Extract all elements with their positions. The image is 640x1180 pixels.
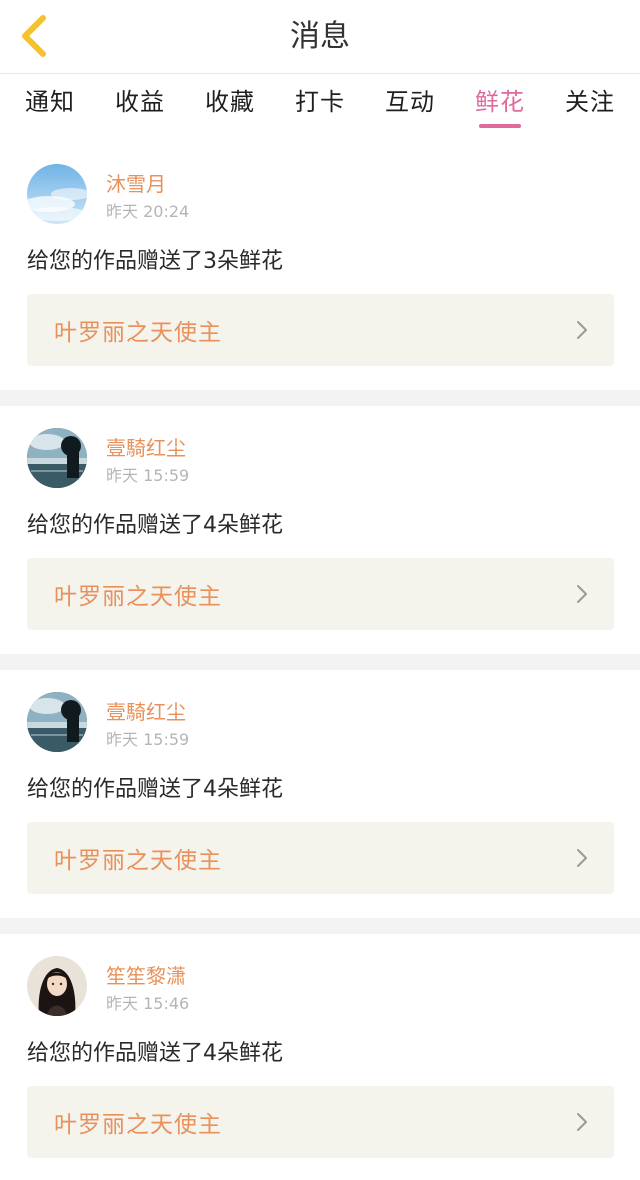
list-item: 沐雪月 昨天 20:24 给您的作品赠送了3朵鲜花 叶罗丽之天使主	[0, 142, 640, 390]
sky-avatar-icon	[27, 164, 87, 224]
tab-label: 通知	[25, 88, 75, 116]
work-link[interactable]: 叶罗丽之天使主	[27, 1086, 614, 1158]
back-button[interactable]	[14, 12, 54, 60]
tab-notice[interactable]: 通知	[25, 74, 75, 128]
girl-avatar-icon	[27, 956, 87, 1016]
chevron-right-icon	[577, 321, 587, 339]
notification-message: 给您的作品赠送了3朵鲜花	[27, 249, 283, 274]
tab-label: 关注	[565, 88, 615, 116]
timestamp: 昨天 15:59	[106, 466, 190, 485]
tab-label: 鲜花	[475, 88, 525, 116]
chevron-right-icon	[577, 585, 587, 603]
user-name[interactable]: 壹騎红尘	[106, 700, 186, 724]
tab-checkin[interactable]: 打卡	[295, 74, 345, 128]
notification-message: 给您的作品赠送了4朵鲜花	[27, 513, 283, 538]
tab-follow[interactable]: 关注	[565, 74, 615, 128]
work-title: 叶罗丽之天使主	[54, 1112, 222, 1138]
tab-favorites[interactable]: 收藏	[205, 74, 255, 128]
chevron-left-icon	[22, 15, 46, 57]
user-name[interactable]: 沐雪月	[106, 172, 166, 196]
page-title: 消息	[290, 19, 350, 54]
work-title: 叶罗丽之天使主	[54, 320, 222, 346]
tab-label: 打卡	[295, 88, 345, 116]
chevron-right-icon	[577, 1113, 587, 1131]
tab-interaction[interactable]: 互动	[385, 74, 435, 128]
avatar[interactable]	[27, 692, 87, 752]
tab-label: 收益	[115, 88, 165, 116]
lake-avatar-icon	[27, 692, 87, 752]
active-tab-indicator	[479, 124, 521, 128]
avatar[interactable]	[27, 164, 87, 224]
timestamp: 昨天 15:46	[106, 994, 190, 1013]
tab-label: 收藏	[205, 88, 255, 116]
chevron-right-icon	[577, 849, 587, 867]
lake-avatar-icon	[27, 428, 87, 488]
notification-message: 给您的作品赠送了4朵鲜花	[27, 1041, 283, 1066]
tab-earnings[interactable]: 收益	[115, 74, 165, 128]
avatar[interactable]	[27, 428, 87, 488]
work-link[interactable]: 叶罗丽之天使主	[27, 558, 614, 630]
timestamp: 昨天 20:24	[106, 202, 190, 221]
notification-list: 沐雪月 昨天 20:24 给您的作品赠送了3朵鲜花 叶罗丽之天使主 壹騎红尘 昨…	[0, 142, 640, 1180]
user-name[interactable]: 壹騎红尘	[106, 436, 186, 460]
top-bar: 消息	[0, 0, 640, 74]
tab-label: 互动	[385, 88, 435, 116]
work-title: 叶罗丽之天使主	[54, 584, 222, 610]
tab-bar: 通知 收益 收藏 打卡 互动 鲜花 关注	[0, 74, 640, 134]
avatar[interactable]	[27, 956, 87, 1016]
divider	[0, 390, 640, 406]
work-link[interactable]: 叶罗丽之天使主	[27, 294, 614, 366]
work-title: 叶罗丽之天使主	[54, 848, 222, 874]
messages-screen: 消息 通知 收益 收藏 打卡 互动 鲜花 关注 沐雪月 昨天 20:24 给您的…	[0, 0, 640, 1180]
work-link[interactable]: 叶罗丽之天使主	[27, 822, 614, 894]
notification-message: 给您的作品赠送了4朵鲜花	[27, 777, 283, 802]
divider	[0, 654, 640, 670]
user-name[interactable]: 笙笙黎潇	[106, 964, 186, 988]
divider	[0, 918, 640, 934]
tab-flowers[interactable]: 鲜花	[475, 74, 525, 128]
timestamp: 昨天 15:59	[106, 730, 190, 749]
list-item: 壹騎红尘 昨天 15:59 给您的作品赠送了4朵鲜花 叶罗丽之天使主	[0, 670, 640, 918]
list-item: 笙笙黎潇 昨天 15:46 给您的作品赠送了4朵鲜花 叶罗丽之天使主	[0, 934, 640, 1180]
list-item: 壹騎红尘 昨天 15:59 给您的作品赠送了4朵鲜花 叶罗丽之天使主	[0, 406, 640, 654]
